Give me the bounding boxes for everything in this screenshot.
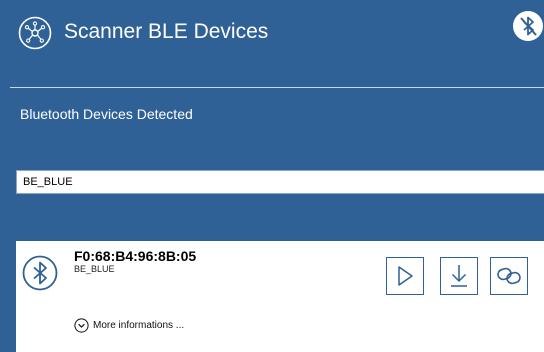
app-title: Scanner BLE Devices [64, 20, 269, 43]
connect-button[interactable] [490, 257, 528, 295]
link-icon [497, 267, 521, 285]
download-button[interactable] [440, 257, 478, 295]
more-info-label: More informations ... [93, 319, 185, 331]
download-icon [451, 265, 467, 287]
app-window: Scanner BLE Devices Bluetooth Devices De… [0, 0, 544, 352]
bluetooth-toggle-button[interactable] [513, 11, 543, 41]
chevron-down-icon [74, 317, 89, 333]
header-divider [10, 87, 544, 88]
bluetooth-disabled-icon [520, 16, 537, 36]
device-mac-address: F0:68:B4:96:8B:05 [74, 248, 197, 264]
bluetooth-icon [22, 255, 58, 291]
section-title: Bluetooth Devices Detected [20, 106, 193, 122]
device-list-item[interactable]: F0:68:B4:96:8B:05 BE_BLUE More informati… [16, 241, 544, 352]
more-info-toggle[interactable]: More informations ... [74, 317, 184, 333]
device-filter-input[interactable] [16, 170, 544, 194]
play-icon [398, 266, 413, 286]
device-name: BE_BLUE [74, 264, 115, 274]
play-button[interactable] [386, 257, 424, 295]
network-hub-icon [18, 16, 52, 50]
app-header: Scanner BLE Devices [0, 0, 544, 88]
